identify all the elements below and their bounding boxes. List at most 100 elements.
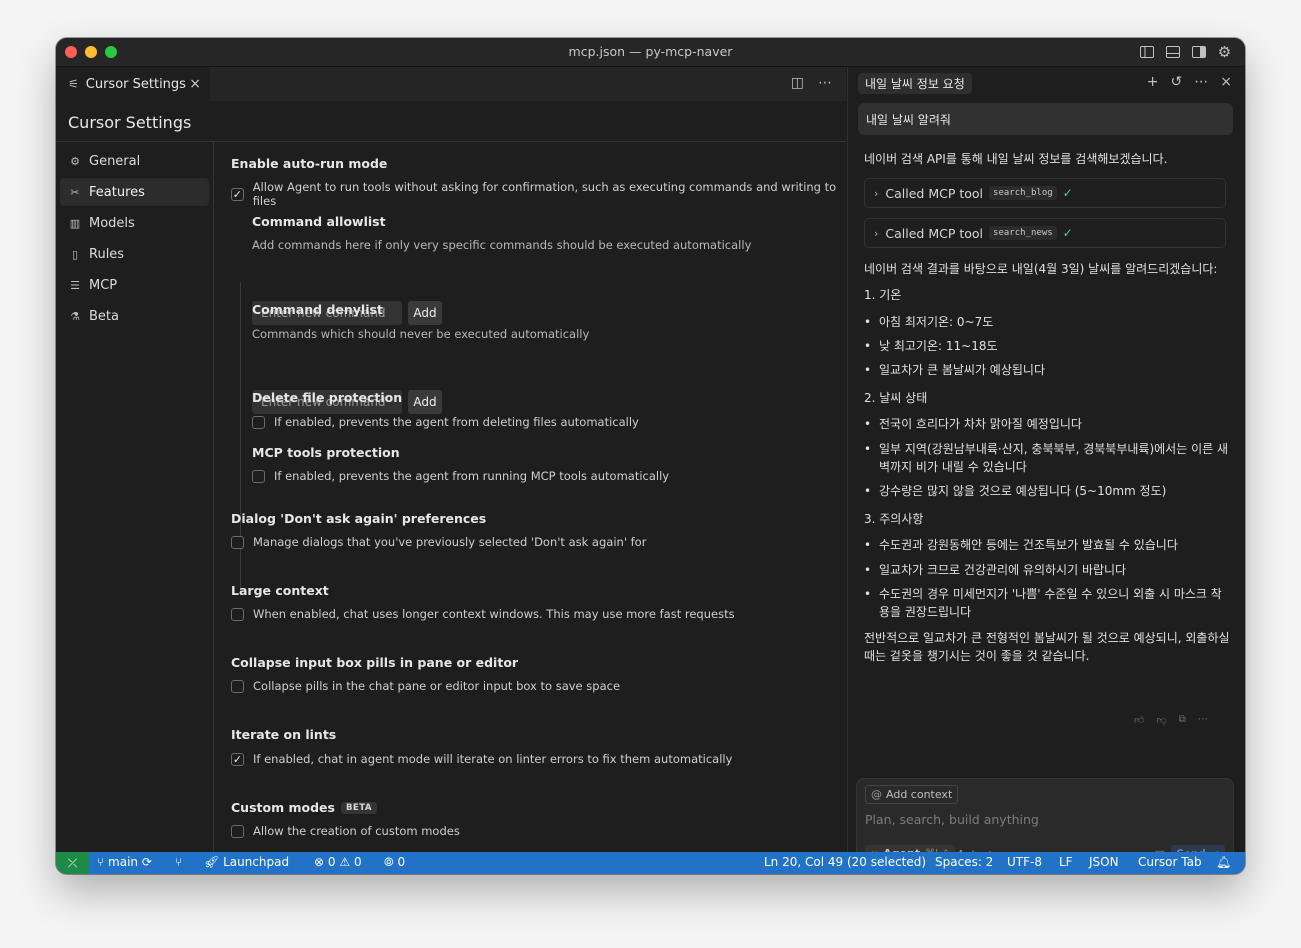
list-item: • 수도권과 강원동해안 등에는 건조특보가 발효될 수 있습니다 — [864, 538, 1178, 552]
chevron-right-icon: › — [874, 226, 879, 240]
checkbox-delete-protection[interactable] — [252, 415, 265, 429]
thumbs-down-icon[interactable]: 👎︎ — [1156, 714, 1166, 726]
tab-cursor-settings[interactable]: ⚟ Cursor Settings × — [56, 67, 210, 101]
more-icon[interactable]: ⋯ — [1198, 714, 1208, 726]
end-of-line[interactable]: LF — [1059, 855, 1073, 869]
list-item: • 전국이 흐리다가 차차 맑아질 예정입니다 — [864, 417, 1082, 431]
server-icon: ☰ — [70, 279, 80, 293]
history-icon[interactable]: ↺ — [1171, 74, 1183, 90]
toggle-secondary-sidebar-icon[interactable] — [1190, 43, 1207, 60]
settings-editor: ⚟ Cursor Settings × ◫ ⋯ Cursor Settings … — [56, 67, 846, 852]
close-tab-icon[interactable]: × — [189, 76, 201, 92]
nav-item-features[interactable]: ✂ Features — [60, 178, 209, 207]
cursor-position[interactable]: Ln 20, Col 49 (20 selected) — [764, 855, 926, 869]
cursor-tab-indicator[interactable]: Cursor Tab — [1138, 855, 1202, 869]
denylist-add-button[interactable]: Add — [408, 390, 442, 414]
copy-icon[interactable]: ⧉ — [1179, 714, 1186, 726]
allowlist-add-button[interactable]: Add — [408, 301, 442, 325]
chat-title-tab[interactable]: 내일 날씨 정보 요청 — [858, 73, 972, 94]
remote-indicator-icon[interactable]: ⤫ — [56, 852, 89, 874]
launchpad-item[interactable]: 🚀︎ Launchpad — [204, 855, 289, 869]
nav-item-mcp[interactable]: ☰ MCP — [60, 272, 209, 300]
settings-content: Enable auto-run mode ✓ Allow Agent to ru… — [214, 142, 846, 852]
checkbox-label: If enabled, prevents the agent from runn… — [274, 469, 670, 483]
toggle-panel-icon[interactable] — [1164, 43, 1181, 60]
nav-item-rules[interactable]: ▯ Rules — [60, 241, 209, 269]
setting-title-iterate-lints: Iterate on lints — [231, 727, 337, 742]
branch-indicator[interactable]: ⑂ main ⟳ — [97, 855, 152, 869]
toggle-primary-sidebar-icon[interactable] — [1138, 43, 1155, 60]
nav-item-beta[interactable]: ⚗ Beta — [60, 303, 209, 331]
split-editor-icon[interactable]: ◫ — [791, 75, 804, 91]
close-panel-icon[interactable]: × — [1220, 74, 1232, 90]
tool-call-label: Called MCP tool — [885, 185, 984, 201]
language-mode[interactable]: JSON — [1089, 855, 1119, 869]
git-branch-icon: ⑂ — [97, 855, 105, 869]
nav-item-models[interactable]: ▥ Models — [60, 209, 209, 237]
nav-label: General — [89, 153, 141, 169]
warning-icon: ⚠ — [339, 855, 351, 869]
nav-item-general[interactable]: ⚙ General — [60, 147, 209, 175]
checkbox-collapse-pills[interactable] — [231, 679, 244, 693]
setting-row-dialog-prefs: Manage dialogs that you've previously se… — [231, 535, 646, 549]
checkbox-auto-run[interactable]: ✓ — [231, 187, 244, 201]
problems-indicator[interactable]: ⊗ 0 ⚠ 0 — [314, 855, 362, 869]
setting-desc-denylist: Commands which should never be executed … — [252, 327, 590, 341]
broadcast-icon: ⦾ — [384, 855, 394, 869]
chat-input[interactable]: Plan, search, build anything — [865, 812, 1039, 827]
tool-call-label: Called MCP tool — [885, 225, 984, 241]
setting-title-mcp-protection: MCP tools protection — [252, 445, 400, 460]
nav-label: Rules — [89, 247, 125, 263]
list-item-text: 일교차가 크므로 건강관리에 유의하시기 바랍니다 — [879, 563, 1127, 577]
setting-row-auto-run: ✓ Allow Agent to run tools without askin… — [231, 180, 846, 208]
add-context-button[interactable]: @ Add context — [865, 785, 959, 804]
checkbox-large-context[interactable] — [231, 607, 244, 621]
setting-title-text: Custom modes — [231, 800, 335, 815]
checkbox-custom-modes[interactable] — [231, 824, 244, 838]
editor-tab-bar: ⚟ Cursor Settings × ◫ ⋯ — [56, 67, 846, 101]
list-item-text: 수도권과 강원동해안 등에는 건조특보가 발효될 수 있습니다 — [879, 538, 1178, 552]
setting-title-large-context: Large context — [231, 583, 329, 598]
nav-label: MCP — [89, 278, 118, 294]
sliders-icon: ⚟ — [68, 77, 79, 91]
new-chat-icon[interactable]: + — [1147, 74, 1159, 90]
checkbox-iterate-lints[interactable]: ✓ — [231, 752, 244, 766]
more-actions-icon[interactable]: ⋯ — [818, 75, 832, 91]
thumbs-up-icon[interactable]: 👍︎ — [1134, 714, 1144, 726]
beta-badge: BETA — [340, 802, 377, 814]
section-heading: 2. 날씨 상태 — [864, 391, 928, 405]
tool-call-search-news[interactable]: › Called MCP tool search_news ✓ — [864, 218, 1226, 248]
checkbox-label: Manage dialogs that you've previously se… — [253, 535, 647, 549]
ports-indicator[interactable]: ⦾ 0 — [384, 855, 405, 870]
settings-nav: ⚙ General ✂ Features ▥ Models ▯ Rules ☰ MCP ⚗… — [60, 147, 209, 334]
setting-title-custom-modes: Custom modes BETA — [231, 800, 377, 815]
encoding[interactable]: UTF-8 — [1007, 855, 1042, 869]
indentation[interactable]: Spaces: 2 — [935, 855, 993, 869]
setting-row-iterate-lints: ✓ If enabled, chat in agent mode will it… — [231, 752, 732, 766]
checkbox-mcp-protection[interactable] — [252, 469, 265, 483]
setting-row-custom-modes: Allow the creation of custom modes — [231, 824, 460, 838]
settings-gear-icon[interactable]: ⚙ — [1216, 43, 1233, 61]
user-message[interactable]: 내일 날씨 알려줘 — [858, 103, 1233, 135]
setting-row-mcp-protection: If enabled, prevents the agent from runn… — [252, 469, 669, 483]
notifications-bell-icon[interactable]: 🔔︎ — [1216, 855, 1231, 869]
checkbox-label: Allow the creation of custom modes — [253, 824, 460, 838]
list-item: • 강수량은 많지 않을 것으로 예상됩니다 (5~10mm 정도) — [864, 484, 1167, 498]
list-item: • 수도권의 경우 미세먼지가 '나쁨' 수준일 수 있으니 외출 시 마스크 착… — [864, 585, 1228, 621]
document-icon: ▯ — [71, 248, 79, 262]
rocket-icon: 🚀︎ — [204, 855, 220, 869]
list-item-text: 아침 최저기온: 0~7도 — [879, 315, 994, 329]
git-graph-icon[interactable]: ⑂ — [175, 855, 182, 869]
tool-call-search-blog[interactable]: › Called MCP tool search_blog ✓ — [864, 178, 1226, 208]
window-title: mcp.json — py-mcp-naver — [568, 44, 733, 59]
checkbox-dialog-prefs[interactable] — [231, 535, 244, 549]
more-options-icon[interactable]: ⋯ — [1194, 74, 1208, 90]
assistant-intro: 네이버 검색 API를 통해 내일 날씨 정보를 검색해보겠습니다. — [864, 152, 1168, 166]
setting-title-delete-protection: Delete file protection — [252, 390, 403, 405]
check-icon: ✓ — [1062, 226, 1073, 240]
setting-title-auto-run: Enable auto-run mode — [231, 156, 388, 171]
sync-icon: ⟳ — [141, 855, 152, 869]
tools-icon: ✂ — [70, 185, 80, 199]
setting-row-large-context: When enabled, chat uses longer context w… — [231, 607, 735, 621]
error-count: 0 — [327, 855, 336, 869]
